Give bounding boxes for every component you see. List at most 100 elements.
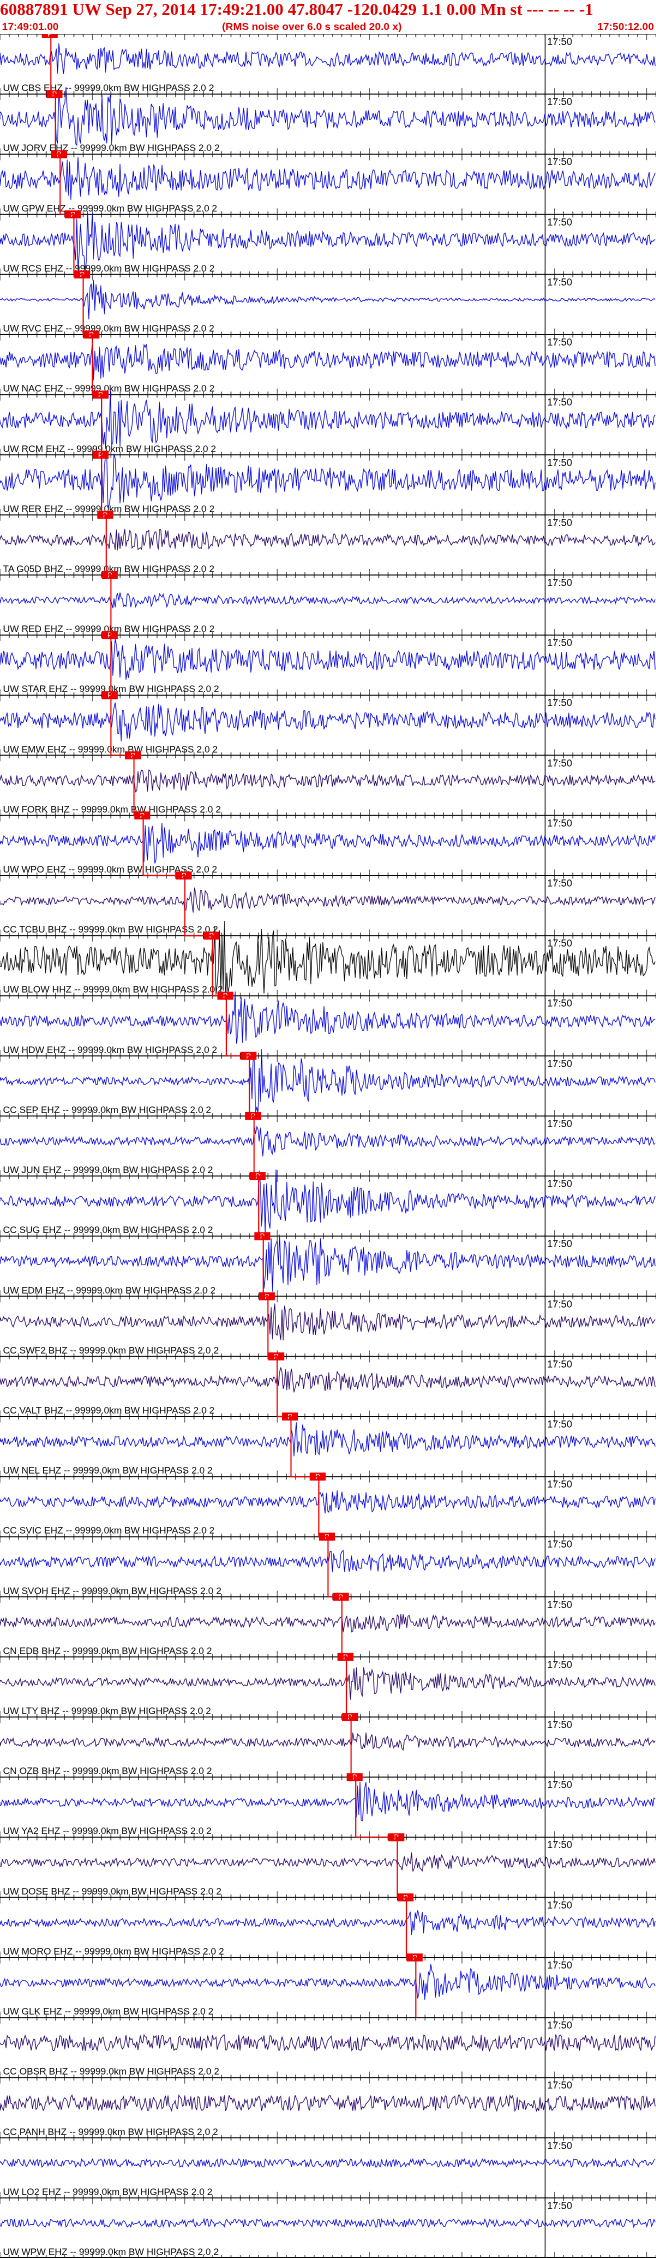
station-label: CC SEP EHZ -- 99999.0km BW HIGHPASS 2.0 … [3,1105,211,1116]
pick-label: P [255,1174,260,1181]
page-title: 60887891 UW Sep 27, 2014 17:49:21.00 47.… [0,0,594,19]
minute-mark-label: 17:50 [547,277,572,288]
pick-label: P [71,212,76,219]
station-label: UW LTY BHZ -- 99999.0km BW HIGHPASS 2.0 … [3,1706,211,1717]
trace-row: 17:50UW STAR EHZ -- 99999.0km BW HIGHPAS… [0,631,656,696]
waveform [0,343,656,381]
minute-mark-label: 17:50 [547,758,572,769]
minute-mark-label: 17:50 [547,1660,572,1671]
trace-row: 17:50 CC TCBU BHZ -- 99999.0km BW HIGHPAS… [0,871,656,936]
station-label: UW EDM EHZ -- 99999.0km BW HIGHPASS 2.0 … [3,1285,216,1296]
station-label: UW HDW EHZ -- 99999.0km BW HIGHPASS 2.0 … [3,1045,217,1056]
pick-label: P [348,1715,353,1722]
minute-mark-label: 17:50 [547,638,572,649]
pick-label: P [325,1534,330,1541]
pick-label: P [265,1294,270,1301]
minute-mark-label: 17:50 [547,1600,572,1611]
pick-label: P [140,813,145,820]
minute-mark-label: 17:50 [547,157,572,168]
pick-label: P [223,993,228,1000]
trace-row: 17:50 UW RVC EHZ -- 99999.0km BW HIGHPASS… [0,270,656,335]
trace-row: 17:50 UW MORO EHZ -- 99999.0km BW HIGHPAS… [0,1893,656,1958]
station-label: UW NEL EHZ -- 99999.0km BW HIGHPASS 2.0 … [3,1466,213,1477]
trace-row: 17:50 CC SEP EHZ -- 99999.0km BW HIGHPASS… [0,1048,656,1116]
pick-label: P [98,392,103,399]
minute-mark-label: 17:50 [547,879,572,890]
minute-mark-label: 17:50 [547,939,572,950]
trace-row: 17:50 CN EDB BHZ -- 99999.0km BW HIGHPASS… [0,1592,656,1657]
waveform [0,887,656,913]
station-label: CC SUG EHZ -- 99999.0km BW HIGHPASS 2.0 … [3,1225,213,1236]
station-label: UW BLOW HHZ -- 99999.0km BW HIGHPASS 2.0… [3,985,223,996]
pick-label: P [394,1835,399,1842]
trace-row: 17:50 CN OZB BHZ -- 99999.0km BW HIGHPASS… [0,1713,656,1778]
pick-label: P [339,1594,344,1601]
pick-label: P [80,272,85,279]
station-label: UW CBS EHZ -- 99999.0km BW HIGHPASS 2.0 … [3,83,214,94]
station-label: CC SVIC EHZ -- 99999.0km BW HIGHPASS 2.0… [3,1526,215,1537]
station-label: CC TCBU BHZ -- 99999.0km BW HIGHPASS 2.0… [3,925,218,936]
minute-mark-label: 17:50 [547,1119,572,1130]
start-time: 17:49:01.00 [2,21,59,33]
station-label: UW SVOH EHZ -- 99999.0km BW HIGHPASS 2.0… [3,1586,221,1597]
minute-mark-label: 17:50 [547,1480,572,1491]
pick-label: P [260,1234,265,1241]
station-label: UW JORV EHZ -- 99999.0km BW HIGHPASS 2.0… [3,143,220,154]
pick-label: P [181,873,186,880]
minute-mark-label: 17:50 [547,1239,572,1250]
minute-mark-label: 17:50 [547,1299,572,1310]
pick-label: P [98,452,103,459]
station-label: UW YA2 EHZ -- 99999.0km BW HIGHPASS 2.0 … [3,1826,212,1837]
trace-row: 17:50UW RER EHZ -- 99999.0km BW HIGHPASS… [0,450,656,515]
trace-row: 17:50 UW GPW EHZ -- 99999.0km BW HIGHPASS… [0,150,656,215]
trace-row: 17:50 UW RCS EHZ -- 99999.0km BW HIGHPASS… [0,210,656,275]
pick-label: P [343,1654,348,1661]
pick-label: P [47,34,52,39]
trace-row: 17:50 UW EDM EHZ -- 99999.0km BW HIGHPASS… [0,1232,656,1297]
trace-row: 17:50TA G05D BHZ -- 99999.0km BW HIGHPAS… [0,510,656,575]
trace-row: 17:50 UW FORK BHZ -- 99999.0km BW HIGHPAS… [0,751,656,816]
rms-noise-note: (RMS noise over 6.0 s scaled 20.0 x) [222,21,402,33]
trace-row: 17:50 CC SVIC EHZ -- 99999.0km BW HIGHPAS… [0,1472,656,1537]
station-label: UW GPW EHZ -- 99999.0km BW HIGHPASS 2.0 … [3,203,217,214]
minute-mark-label: 17:50 [547,458,572,469]
minute-mark-label: 17:50 [547,999,572,1010]
station-label: UW DOSE BHZ -- 99999.0km BW HIGHPASS 2.0… [3,1886,221,1897]
trace-row: 17:50UW WPO EHZ -- 99999.0km BW HIGHPASS… [0,811,656,876]
pick-label: P [108,693,113,700]
waveform [0,1732,656,1751]
pick-label: P [89,332,94,339]
minute-mark-label: 17:50 [547,518,572,529]
pick-label: P [246,1053,251,1060]
station-label: UW RCS EHZ -- 99999.0km BW HIGHPASS 2.0 … [3,263,215,274]
minute-mark-label: 17:50 [547,398,572,409]
trace-row: 17:50 UW JUN EHZ -- 99999.0km BW HIGHPASS… [0,1111,656,1177]
pick-label: P [131,753,136,760]
minute-mark-label: 17:50 [547,1359,572,1370]
station-label: CN OZB BHZ -- 99999.0km BW HIGHPASS 2.0 … [3,1766,212,1777]
waveform [0,1367,656,1393]
station-label: UW JUN EHZ -- 99999.0km BW HIGHPASS 2.0 … [3,1165,213,1176]
waveform [0,1910,656,1936]
waveform [0,87,656,147]
minute-mark-label: 17:50 [547,1540,572,1551]
seismogram-traces-plot: 17:50 UW CBS EHZ -- 99999.0km BW HIGHPASS… [0,34,656,2258]
trace-row: 17:50 UW NAC EHZ -- 99999.0km BW HIGHPASS… [0,330,656,395]
minute-mark-label: 17:50 [547,1900,572,1911]
station-label: CN EDB BHZ -- 99999.0km BW HIGHPASS 2.0 … [3,1646,212,1657]
pick-label: P [315,1474,320,1481]
trace-row: 17:50 UW JORV EHZ -- 99999.0km BW HIGHPAS… [0,87,656,155]
trace-row: 17:50UW RED EHZ -- 99999.0km BW HIGHPASS… [0,570,656,636]
station-label: CC VALT BHZ -- 99999.0km BW HIGHPASS 2.0… [3,1405,215,1416]
trace-row: 17:50 UW RCM EHZ -- 99999.0km BW HIGHPASS… [0,390,656,455]
trace-row: 17:50UW GLK EHZ -- 99999.0km BW HIGHPASS… [0,1953,656,2018]
waveform [0,1614,656,1633]
station-label: CC SWF2 BHZ -- 99999.0km BW HIGHPASS 2.0… [3,1345,219,1356]
waveform [0,1125,656,1157]
minute-mark-label: 17:50 [547,37,572,48]
pick-label: P [108,633,113,640]
trace-row: 17:50 CC VALT BHZ -- 99999.0km BW HIGHPAS… [0,1352,656,1417]
minute-mark-label: 17:50 [547,97,572,108]
pick-label: P [209,933,214,940]
trace-row: 17:50 UW HDW EHZ -- 99999.0km BW HIGHPASS… [0,991,656,1056]
